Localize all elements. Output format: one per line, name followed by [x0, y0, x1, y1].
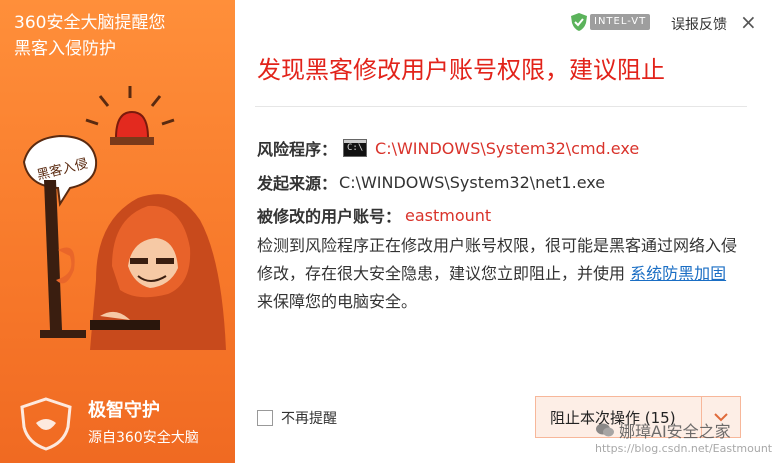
brand-name: 极智守护 — [88, 400, 160, 421]
no-remind-option[interactable]: 不再提醒 — [257, 408, 337, 428]
panel-title-line2: 黑客入侵防护 — [14, 39, 116, 59]
panel-title: 360安全大脑提醒您 黑客入侵防护 — [14, 10, 165, 62]
wechat-icon — [596, 423, 614, 437]
risk-program-path: C:\WINDOWS\System32\cmd.exe — [375, 138, 640, 158]
risk-program-row: 风险程序： C:\ C:\WINDOWS\System32\cmd.exe — [257, 136, 639, 160]
watermark-url: https://blog.csdn.net/Eastmount — [595, 442, 773, 455]
hacker-illustration: 黑客入侵 — [22, 86, 226, 350]
close-icon[interactable]: × — [740, 10, 757, 34]
system-hardening-link[interactable]: 系统防黑加固 — [630, 264, 726, 283]
brand-logo — [16, 395, 76, 455]
source-label: 发起来源： — [257, 174, 338, 193]
panel-title-line1: 360安全大脑提醒您 — [14, 13, 166, 33]
false-report-feedback-link[interactable]: 误报反馈 — [671, 14, 727, 34]
alert-content: INTEL-VT 误报反馈 × 发现黑客修改用户账号权限，建议阻止 风险程序： … — [235, 0, 775, 463]
intel-shield-icon — [571, 13, 587, 31]
divider — [255, 106, 747, 107]
cmd-icon: C:\ — [343, 139, 368, 157]
account-value: eastmount — [405, 205, 492, 225]
no-remind-label: 不再提醒 — [281, 411, 337, 427]
watermark-text: 娜璋AI安全之家 — [619, 422, 731, 441]
intel-vt-badge: INTEL-VT — [570, 12, 656, 32]
monitor-icon — [40, 180, 86, 338]
watermark: 娜璋AI安全之家 https://blog.csdn.net/Eastmount — [595, 418, 772, 455]
speech-bubble: 黑客入侵 — [22, 134, 98, 207]
intel-vt-label: INTEL-VT — [590, 14, 651, 30]
alarm-light-icon — [85, 86, 175, 145]
account-row: 被修改的用户账号： eastmount — [257, 203, 491, 227]
source-path: C:\WINDOWS\System32\net1.exe — [339, 172, 606, 192]
shield-logo-icon — [20, 397, 72, 451]
brand-subtitle: 源自360安全大脑 — [88, 430, 199, 446]
alert-description: 检测到风险程序正在修改用户账号权限，很可能是黑客通过网络入侵修改，存在很大安全隐… — [257, 232, 747, 316]
no-remind-checkbox[interactable] — [257, 410, 273, 426]
hacker-figure — [90, 194, 226, 350]
left-brand-panel: 360安全大脑提醒您 黑客入侵防护 黑客入侵 极智守护 源自360安全大脑 — [0, 0, 235, 463]
alert-headline: 发现黑客修改用户账号权限，建议阻止 — [257, 56, 665, 84]
account-label: 被修改的用户账号： — [257, 207, 402, 226]
description-tail: 来保障您的电脑安全。 — [257, 292, 418, 311]
source-row: 发起来源： C:\WINDOWS\System32\net1.exe — [257, 170, 605, 194]
risk-program-label: 风险程序： — [257, 140, 338, 159]
